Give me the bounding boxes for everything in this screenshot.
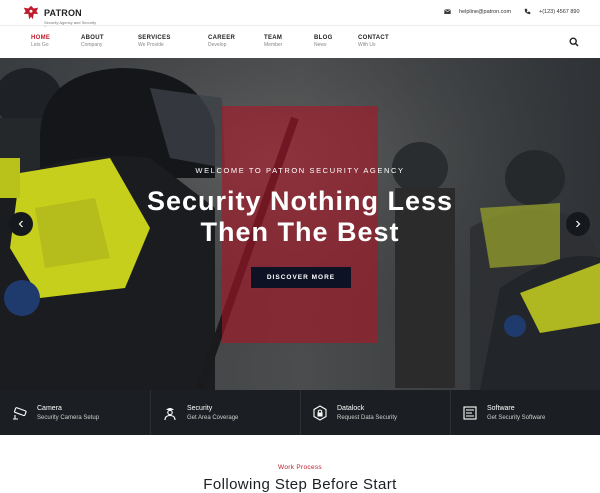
contact-email-text: helpline@patron.com bbox=[459, 8, 512, 15]
nav-item-career[interactable]: CAREER Develop bbox=[208, 35, 235, 48]
slider-prev-button[interactable] bbox=[9, 212, 33, 236]
top-bar: PATRON Security Agency and Security Serv… bbox=[0, 0, 600, 30]
feature-divider bbox=[450, 390, 451, 435]
feature-title: Camera bbox=[37, 404, 62, 412]
nav-item-blog[interactable]: BLOG News bbox=[314, 35, 333, 48]
data-lock-icon bbox=[313, 404, 327, 421]
nav-label: CONTACT bbox=[358, 35, 389, 41]
nav-sublabel: Develop bbox=[208, 42, 227, 48]
main-navigation: HOME Lets Go ABOUT Company SERVICES We P… bbox=[0, 27, 600, 58]
hero-welcome-text: WELCOME TO PATRON SECURITY AGENCY bbox=[195, 166, 405, 175]
phone-icon bbox=[524, 8, 531, 15]
features-bar: Camera Security Camera Setup Security Ge… bbox=[0, 390, 600, 435]
contact-phone-text: +(123) 4567 890 bbox=[539, 8, 580, 15]
feature-title: Security bbox=[187, 404, 213, 412]
section-label: Work Process bbox=[278, 464, 322, 471]
nav-item-contact[interactable]: CONTACT With Us bbox=[358, 35, 389, 48]
feature-camera[interactable]: Camera Security Camera Setup bbox=[12, 390, 99, 435]
chevron-right-icon bbox=[576, 220, 581, 228]
nav-item-team[interactable]: TEAM Member bbox=[264, 35, 282, 48]
feature-subtitle: Get Area Coverage bbox=[187, 414, 239, 421]
email-icon bbox=[444, 9, 451, 14]
feature-datalock[interactable]: Datalock Request Data Security bbox=[312, 390, 397, 435]
nav-item-services[interactable]: SERVICES We Provide bbox=[138, 35, 171, 48]
feature-subtitle: Security Camera Setup bbox=[37, 414, 100, 421]
eagle-logo-icon bbox=[23, 5, 39, 20]
chevron-left-icon bbox=[18, 220, 23, 228]
feature-subtitle: Request Data Security bbox=[337, 414, 398, 421]
slider-next-button[interactable] bbox=[566, 212, 590, 236]
hero-slider: WELCOME TO PATRON SECURITY AGENCY Securi… bbox=[0, 58, 600, 390]
security-guard-icon bbox=[164, 407, 176, 420]
contact-phone[interactable]: +(123) 4567 890 bbox=[524, 8, 580, 15]
hero-title-line-2: Then The Best bbox=[200, 217, 400, 247]
nav-sublabel: With Us bbox=[358, 42, 376, 48]
feature-divider bbox=[150, 390, 151, 435]
brand-name: PATRON bbox=[44, 8, 82, 18]
cctv-camera-icon bbox=[13, 406, 27, 420]
nav-label: HOME bbox=[31, 35, 51, 41]
nav-label: ABOUT bbox=[81, 35, 104, 41]
feature-software[interactable]: Software Get Security Software bbox=[462, 390, 545, 435]
nav-label: CAREER bbox=[208, 35, 236, 41]
feature-subtitle: Get Security Software bbox=[487, 414, 546, 421]
nav-sublabel: Member bbox=[264, 42, 283, 48]
feature-divider bbox=[300, 390, 301, 435]
nav-item-home[interactable]: HOME Lets Go bbox=[31, 35, 50, 48]
search-icon[interactable] bbox=[569, 37, 579, 47]
hero-title-line-1: Security Nothing Less bbox=[146, 186, 454, 216]
feature-security[interactable]: Security Get Area Coverage bbox=[162, 390, 238, 435]
feature-title: Software bbox=[487, 404, 515, 412]
nav-label: SERVICES bbox=[138, 35, 171, 41]
feature-title: Datalock bbox=[337, 404, 365, 412]
nav-label: BLOG bbox=[314, 35, 333, 41]
nav-sublabel: Lets Go bbox=[31, 42, 49, 48]
contact-email[interactable]: helpline@patron.com bbox=[444, 8, 511, 15]
software-icon bbox=[463, 405, 477, 420]
nav-item-about[interactable]: ABOUT Company bbox=[81, 35, 104, 48]
nav-label: TEAM bbox=[264, 35, 283, 41]
nav-sublabel: We Provide bbox=[138, 42, 164, 48]
nav-sublabel: Company bbox=[81, 42, 103, 48]
discover-more-button[interactable]: DISCOVER MORE bbox=[251, 267, 351, 288]
nav-sublabel: News bbox=[314, 42, 327, 48]
hero-title: Security Nothing Less Then The Best bbox=[0, 186, 600, 248]
